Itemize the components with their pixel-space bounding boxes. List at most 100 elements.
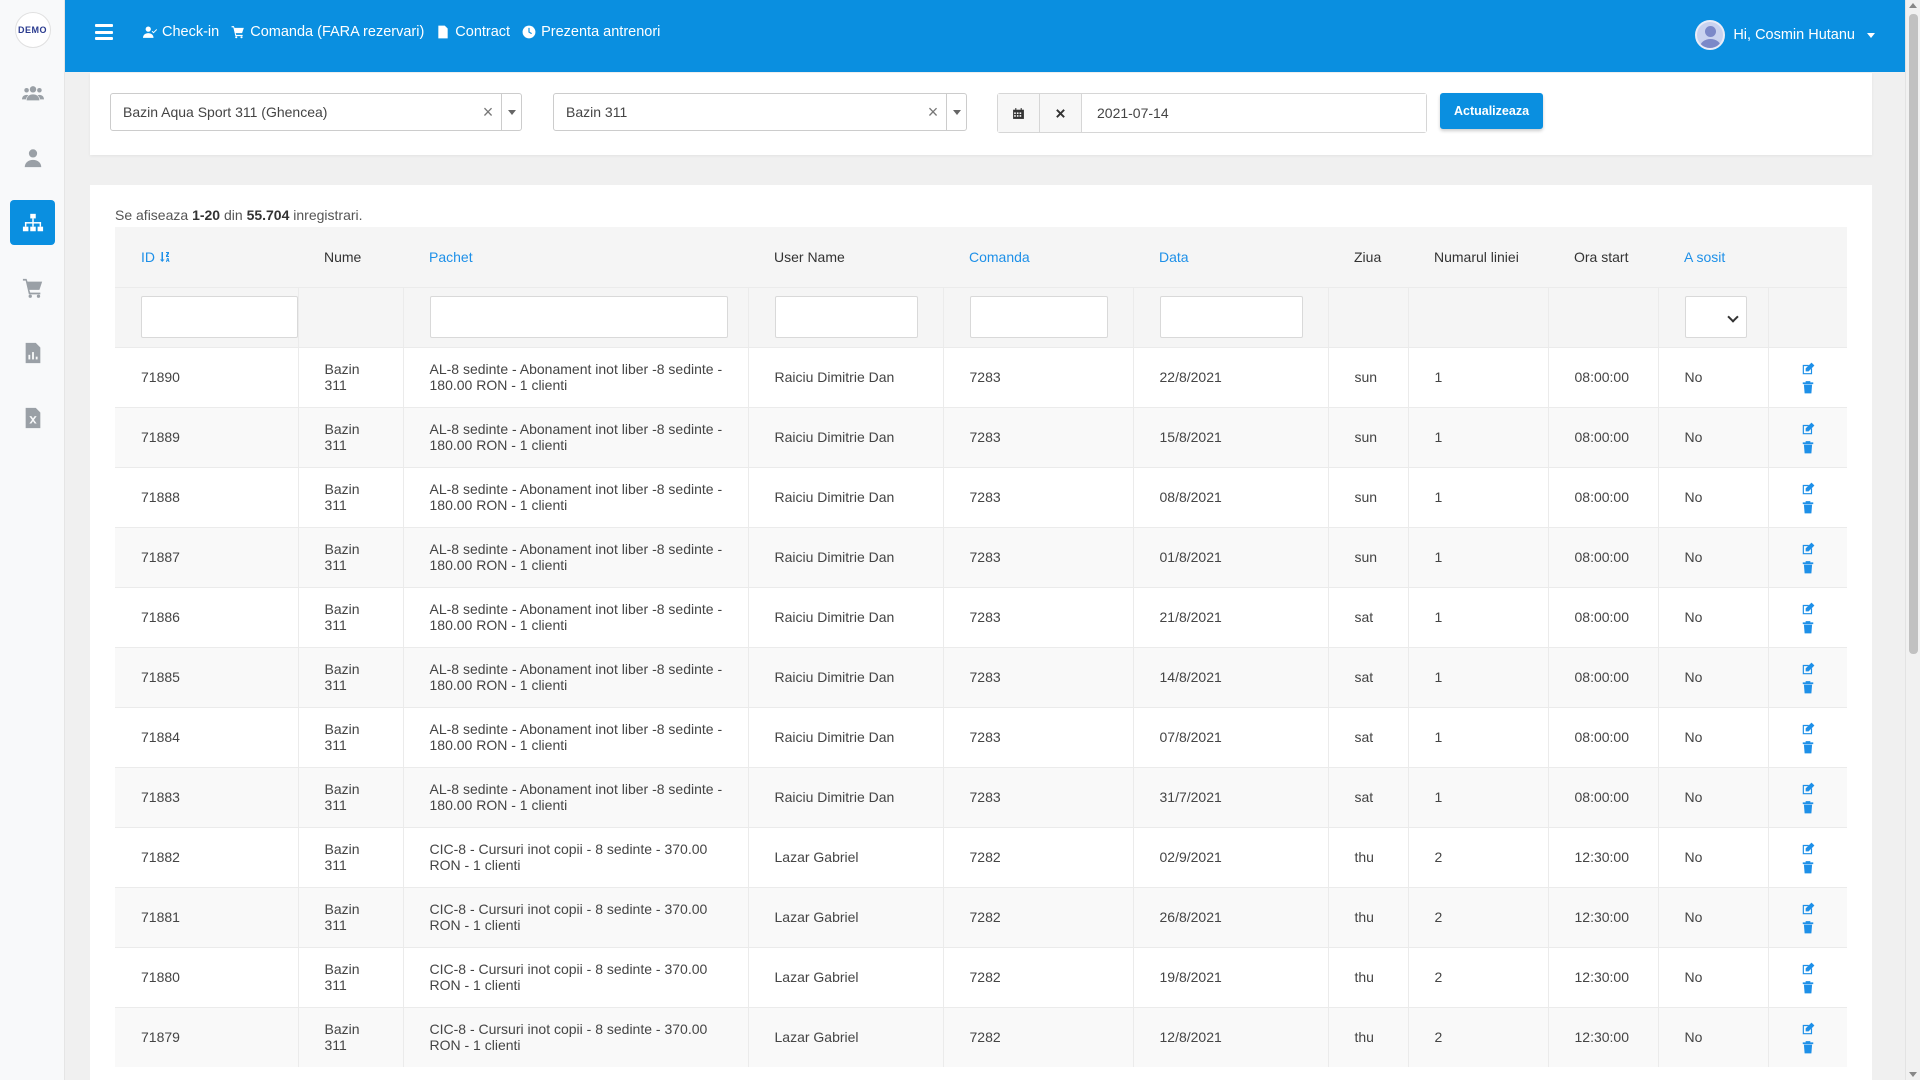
trash-icon[interactable] [1801,740,1815,754]
sidebar-item-structure[interactable] [10,200,55,245]
calendar-button[interactable] [998,94,1040,132]
cell-ziua: thu [1328,1006,1409,1067]
scroll-thumb[interactable] [1909,14,1918,654]
update-button[interactable]: Actualizeaza [1440,93,1543,129]
header-comanda[interactable]: Comanda [943,227,1133,287]
header-data[interactable]: Data [1133,227,1328,287]
cell-sosit: No [1658,646,1769,707]
cell-comanda: 7283 [943,586,1134,647]
trash-icon[interactable] [1801,980,1815,994]
location-select[interactable]: Bazin Aqua Sport 311 (Ghencea) × [110,93,522,131]
cell-ziua: thu [1328,946,1409,1007]
cell-sosit: No [1658,466,1769,527]
cell-actions [1768,646,1847,707]
cell-pachet: AL-8 sedinte - Abonament inot liber -8 s… [403,526,749,587]
sidebar-item-orders[interactable] [10,265,55,310]
cell-id: 71887 [115,526,299,587]
filter-username-input[interactable] [774,296,918,338]
trash-icon[interactable] [1801,380,1815,394]
edit-icon[interactable] [1801,782,1815,796]
cell-id: 71889 [115,406,299,467]
cell-nume: Bazin 311 [298,646,404,707]
edit-icon[interactable] [1801,362,1815,376]
table-row: 71884 Bazin 311 AL-8 sedinte - Abonament i… [115,706,1847,767]
cell-id: 71890 [115,346,299,407]
cell-ora: 12:30:00 [1548,826,1659,887]
header-linie: Numarul liniei [1408,227,1548,287]
edit-icon[interactable] [1801,1022,1815,1036]
results-panel: Se afiseaza 1-20 din 55.704 inregistrari… [90,185,1872,1080]
header-pachet[interactable]: Pachet [403,227,748,287]
clear-icon[interactable]: × [475,102,501,123]
filter-pachet-input[interactable] [429,296,728,338]
header-sosit[interactable]: A sosit [1658,227,1768,287]
header-id[interactable]: ID [115,227,298,287]
pool-select[interactable]: Bazin 311 × [553,93,967,131]
edit-icon[interactable] [1801,962,1815,976]
close-icon [1056,108,1065,118]
cell-sosit: No [1658,1006,1769,1067]
table-row: 71882 Bazin 311 CIC-8 - Cursuri inot copii… [115,826,1847,887]
cell-sosit: No [1658,766,1769,827]
clear-icon[interactable]: × [920,102,946,123]
cart-icon [231,26,245,39]
filter-sosit-select[interactable] [1684,296,1747,338]
trash-icon[interactable] [1801,440,1815,454]
edit-icon[interactable] [1801,662,1815,676]
dropdown-arrow-icon[interactable] [946,94,966,130]
cell-linie: 1 [1408,586,1549,647]
trash-icon[interactable] [1801,1040,1815,1054]
cell-sosit: No [1658,526,1769,587]
cell-ora: 08:00:00 [1548,646,1659,707]
nav-prezenta[interactable]: Prezenta antrenori [522,24,660,40]
trash-icon[interactable] [1801,920,1815,934]
sidebar-item-users[interactable] [10,135,55,180]
trash-icon[interactable] [1801,860,1815,874]
filter-panel: Bazin Aqua Sport 311 (Ghencea) × Bazin 3… [90,73,1872,155]
summary-range: 1-20 [192,207,221,223]
menu-toggle-icon[interactable] [95,24,113,40]
cell-linie: 1 [1408,346,1549,407]
dropdown-arrow-icon[interactable] [501,94,521,130]
sidebar-item-export[interactable] [10,395,55,440]
sidebar-item-clients[interactable] [10,70,55,115]
summary-middle: din [223,207,243,223]
edit-icon[interactable] [1801,602,1815,616]
trash-icon[interactable] [1801,800,1815,814]
filter-data-input[interactable] [1159,296,1303,338]
cell-ziua: thu [1328,886,1409,947]
cell-data: 19/8/2021 [1133,946,1329,1007]
cell-sosit: No [1658,406,1769,467]
edit-icon[interactable] [1801,482,1815,496]
file-excel-icon [25,407,40,428]
trash-icon[interactable] [1801,500,1815,514]
clear-date-button[interactable] [1040,94,1082,132]
scroll-up-icon[interactable] [1909,3,1917,8]
date-input[interactable] [1082,94,1426,132]
nav-contract[interactable]: Contract [436,24,510,40]
edit-icon[interactable] [1801,542,1815,556]
trash-icon[interactable] [1801,560,1815,574]
filter-comanda-input[interactable] [969,296,1108,338]
cell-pachet: AL-8 sedinte - Abonament inot liber -8 s… [403,406,749,467]
cell-actions [1768,826,1847,887]
header-ziua: Ziua [1328,227,1408,287]
scroll-down-icon[interactable] [1909,1072,1917,1077]
scrollbar[interactable] [1905,0,1920,1080]
cell-data: 26/8/2021 [1133,886,1329,947]
edit-icon[interactable] [1801,422,1815,436]
edit-icon[interactable] [1801,722,1815,736]
trash-icon[interactable] [1801,620,1815,634]
nav-check-in[interactable]: Check-in [143,24,219,40]
logo[interactable]: DEMO [0,0,65,60]
location-select-value: Bazin Aqua Sport 311 (Ghencea) [123,104,328,120]
filter-id-input[interactable] [141,296,298,338]
trash-icon[interactable] [1801,680,1815,694]
edit-icon[interactable] [1801,842,1815,856]
user-menu[interactable]: Hi, Cosmin Hutanu [1695,20,1875,50]
sidebar-item-reports[interactable] [10,330,55,375]
cell-data: 08/8/2021 [1133,466,1329,527]
nav-comanda[interactable]: Comanda (FARA rezervari) [231,24,424,40]
edit-icon[interactable] [1801,902,1815,916]
sitemap-icon [22,213,43,231]
